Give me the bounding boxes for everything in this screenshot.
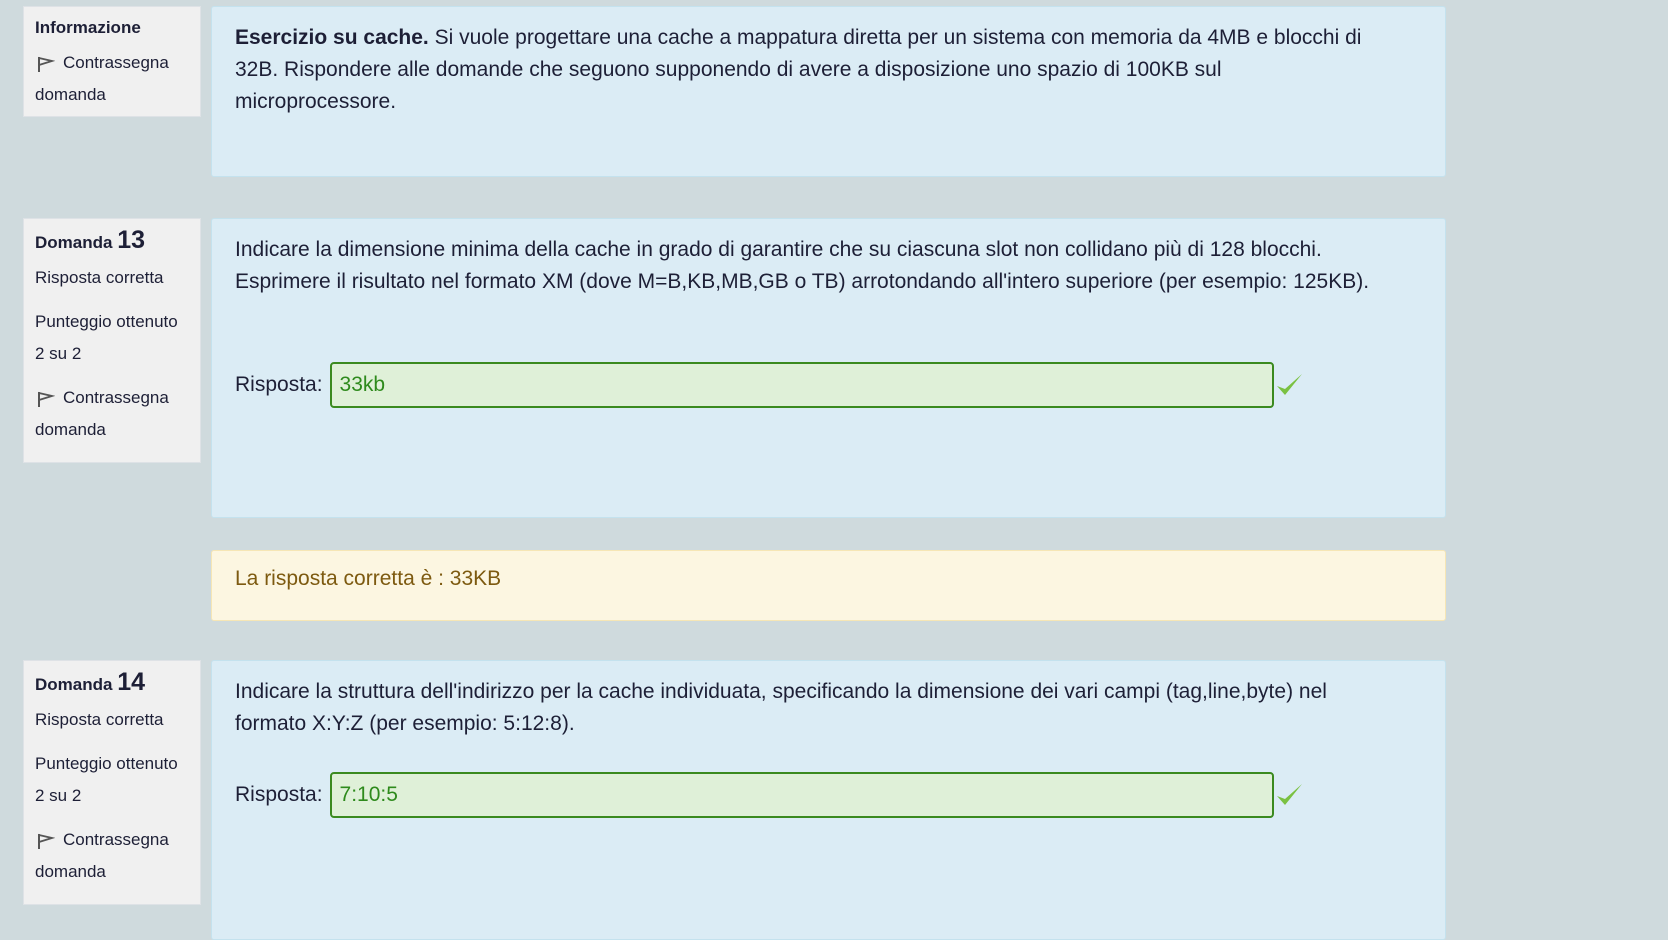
question-status: Risposta corretta <box>35 710 164 729</box>
question-status: Risposta corretta <box>35 268 164 287</box>
answer-row: Risposta: <box>235 362 1304 408</box>
check-icon <box>1276 784 1302 805</box>
score-value: 2 su 2 <box>35 786 82 805</box>
question-text: Indicare la struttura dell'indirizzo per… <box>235 680 1327 735</box>
question-label: Domanda <box>35 675 113 694</box>
question-text: Indicare la dimensione minima della cach… <box>235 238 1370 293</box>
answer-label: Risposta: <box>235 373 323 396</box>
flag-question-link[interactable]: Contrassegna domanda <box>35 382 189 446</box>
flag-label: Contrassegna domanda <box>35 830 169 881</box>
answer-input[interactable] <box>329 362 1274 408</box>
flag-question-link[interactable]: Contrassegna domanda <box>35 824 189 888</box>
answer-label: Risposta: <box>235 783 323 806</box>
score-label: Punteggio ottenuto <box>35 312 178 331</box>
question-number: 14 <box>117 668 146 696</box>
info-text-bold: Esercizio su cache. <box>235 26 429 49</box>
flag-icon <box>38 833 55 849</box>
question-number: 13 <box>117 226 146 254</box>
score-label: Punteggio ottenuto <box>35 754 178 773</box>
score-value: 2 su 2 <box>35 344 82 363</box>
check-icon <box>1276 374 1302 395</box>
flag-question-link[interactable]: Contrassegna domanda <box>35 47 189 111</box>
feedback-text: La risposta corretta è : 33KB <box>235 567 502 590</box>
info-sidebar: Informazione Contrassegna domanda <box>23 6 201 117</box>
info-title: Informazione <box>35 18 141 37</box>
question-content-14: Indicare la struttura dell'indirizzo per… <box>211 660 1446 940</box>
question-content-13: Indicare la dimensione minima della cach… <box>211 218 1446 518</box>
flag-label: Contrassegna domanda <box>35 53 169 104</box>
flag-label: Contrassegna domanda <box>35 388 169 439</box>
question-sidebar-14: Domanda 14 Risposta corretta Punteggio o… <box>23 660 201 905</box>
answer-row: Risposta: <box>235 772 1304 818</box>
flag-icon <box>38 56 55 72</box>
info-content: Esercizio su cache. Si vuole progettare … <box>211 6 1446 177</box>
question-label: Domanda <box>35 233 113 252</box>
question-sidebar-13: Domanda 13 Risposta corretta Punteggio o… <box>23 218 201 463</box>
answer-input[interactable] <box>329 772 1274 818</box>
feedback-correct-answer: La risposta corretta è : 33KB <box>211 550 1446 621</box>
flag-icon <box>38 391 55 407</box>
question-title: Domanda 13 <box>35 226 189 254</box>
info-text: Esercizio su cache. Si vuole progettare … <box>235 22 1375 118</box>
question-title: Domanda 14 <box>35 668 189 696</box>
